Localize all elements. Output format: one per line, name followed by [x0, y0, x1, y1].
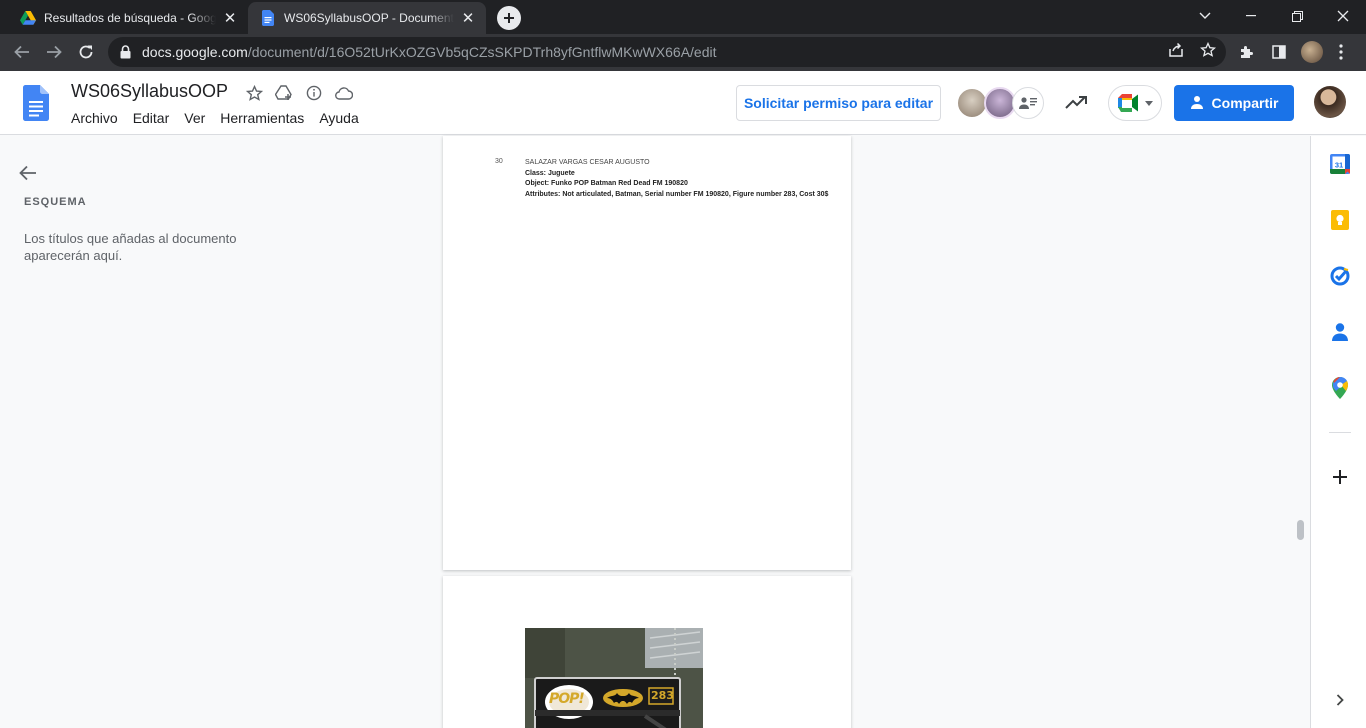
side-panel-icon[interactable] — [1268, 41, 1290, 63]
object-line: Object: Funko POP Batman Red Dead FM 190… — [525, 180, 688, 188]
lock-icon[interactable] — [120, 45, 134, 59]
document-page[interactable]: POP! 283 — [443, 576, 851, 728]
more-viewers-icon[interactable] — [1012, 87, 1044, 119]
url-host: docs.google.com — [142, 44, 248, 60]
share-button[interactable]: Compartir — [1174, 85, 1294, 121]
share-button-label: Compartir — [1211, 95, 1279, 111]
menu-file[interactable]: Archivo — [71, 110, 118, 126]
funko-pop-box-photo[interactable]: POP! 283 — [525, 628, 703, 728]
outline-title: ESQUEMA — [24, 196, 87, 208]
svg-text:31: 31 — [1335, 161, 1343, 170]
url-path: /document/d/16O52tUrKxOZGVb5qCZsSKPDTrh8… — [247, 44, 717, 60]
meet-call-button[interactable] — [1108, 85, 1162, 121]
extensions-puzzle-icon[interactable] — [1236, 41, 1258, 63]
menu-view[interactable]: Ver — [184, 110, 205, 126]
google-contacts-icon[interactable] — [1329, 321, 1351, 343]
outline-empty-message: Los títulos que añadas al documento apar… — [24, 231, 237, 263]
share-page-icon[interactable] — [1166, 40, 1186, 60]
star-icon[interactable] — [244, 83, 264, 103]
restore-icon[interactable] — [1274, 0, 1320, 32]
chevron-down-icon — [1144, 100, 1153, 106]
side-panel-divider — [1329, 432, 1351, 433]
docs-home-logo-icon[interactable] — [23, 85, 49, 121]
minimize-icon[interactable] — [1228, 0, 1274, 32]
bookmark-star-icon[interactable] — [1198, 40, 1218, 60]
document-title[interactable]: WS06SyllabusOOP — [71, 81, 228, 102]
google-tasks-icon[interactable] — [1329, 265, 1351, 287]
close-window-icon[interactable] — [1320, 0, 1366, 32]
chrome-menu-icon[interactable] — [1330, 41, 1352, 63]
document-page[interactable]: 30 SALAZAR VARGAS CESAR AUGUSTO Class: J… — [443, 136, 851, 570]
url-text: docs.google.com/document/d/16O52tUrKxOZG… — [142, 44, 717, 60]
close-tab-icon[interactable]: ✕ — [460, 10, 476, 27]
forward-icon[interactable] — [40, 38, 68, 66]
back-icon[interactable] — [8, 38, 36, 66]
google-maps-icon[interactable] — [1329, 377, 1351, 399]
request-edit-access-button[interactable]: Solicitar permiso para editar — [736, 85, 941, 121]
reload-icon[interactable] — [72, 38, 100, 66]
document-scrollbar-thumb[interactable] — [1297, 520, 1304, 540]
menu-help[interactable]: Ayuda — [319, 110, 358, 126]
google-keep-icon[interactable] — [1329, 209, 1351, 231]
account-avatar[interactable] — [1314, 86, 1346, 118]
menu-tools[interactable]: Herramientas — [220, 110, 304, 126]
cloud-saved-icon[interactable] — [334, 83, 354, 103]
tab-title: WS06SyllabusOOP - Documentos de Google — [284, 11, 454, 25]
menu-bar: Archivo Editar Ver Herramientas Ayuda — [71, 110, 374, 126]
figure-number-text: 283 — [651, 689, 674, 702]
tab-drive-search[interactable]: Resultados de búsqueda - Google Drive ✕ — [8, 2, 248, 34]
menu-edit[interactable]: Editar — [133, 110, 170, 126]
google-meet-icon — [1117, 94, 1142, 112]
tab-search-icon[interactable] — [1182, 0, 1228, 32]
side-panel-apps: 31 — [1310, 136, 1366, 728]
class-line: Class: Juguete — [525, 169, 575, 177]
docs-header: WS06SyllabusOOP Archivo Editar Ver Herra… — [0, 71, 1366, 135]
browser-toolbar: docs.google.com/document/d/16O52tUrKxOZG… — [0, 34, 1366, 71]
browser-profile-avatar[interactable] — [1301, 41, 1323, 63]
google-docs-icon — [260, 10, 276, 26]
student-name: SALAZAR VARGAS CESAR AUGUSTO — [525, 159, 650, 166]
address-bar[interactable]: docs.google.com/document/d/16O52tUrKxOZG… — [108, 37, 1226, 67]
add-addon-plus-icon[interactable] — [1329, 466, 1351, 488]
browser-tab-strip: Resultados de búsqueda - Google Drive ✕ … — [0, 0, 1366, 34]
attributes-line: Attributes: Not articulated, Batman, Ser… — [525, 190, 829, 198]
tab-title: Resultados de búsqueda - Google Drive — [44, 11, 216, 25]
person-lock-icon — [1190, 95, 1206, 111]
close-tab-icon[interactable]: ✕ — [222, 10, 238, 27]
add-to-drive-icon[interactable] — [274, 83, 294, 103]
document-status-info-icon[interactable] — [304, 83, 324, 103]
activity-dashboard-icon[interactable] — [1064, 91, 1088, 115]
close-outline-arrow-icon[interactable] — [17, 162, 39, 184]
new-tab-button[interactable] — [497, 6, 521, 30]
list-item: SALAZAR VARGAS CESAR AUGUSTO Class: Jugu… — [525, 158, 843, 200]
expand-side-panel-chevron-icon[interactable] — [1329, 689, 1351, 711]
list-number: 30 — [495, 158, 503, 165]
google-drive-icon — [20, 10, 36, 26]
pop-logo-text: POP! — [549, 691, 585, 707]
google-calendar-icon[interactable]: 31 — [1329, 153, 1351, 175]
tab-docs-document[interactable]: WS06SyllabusOOP - Documentos de Google ✕ — [248, 2, 486, 34]
